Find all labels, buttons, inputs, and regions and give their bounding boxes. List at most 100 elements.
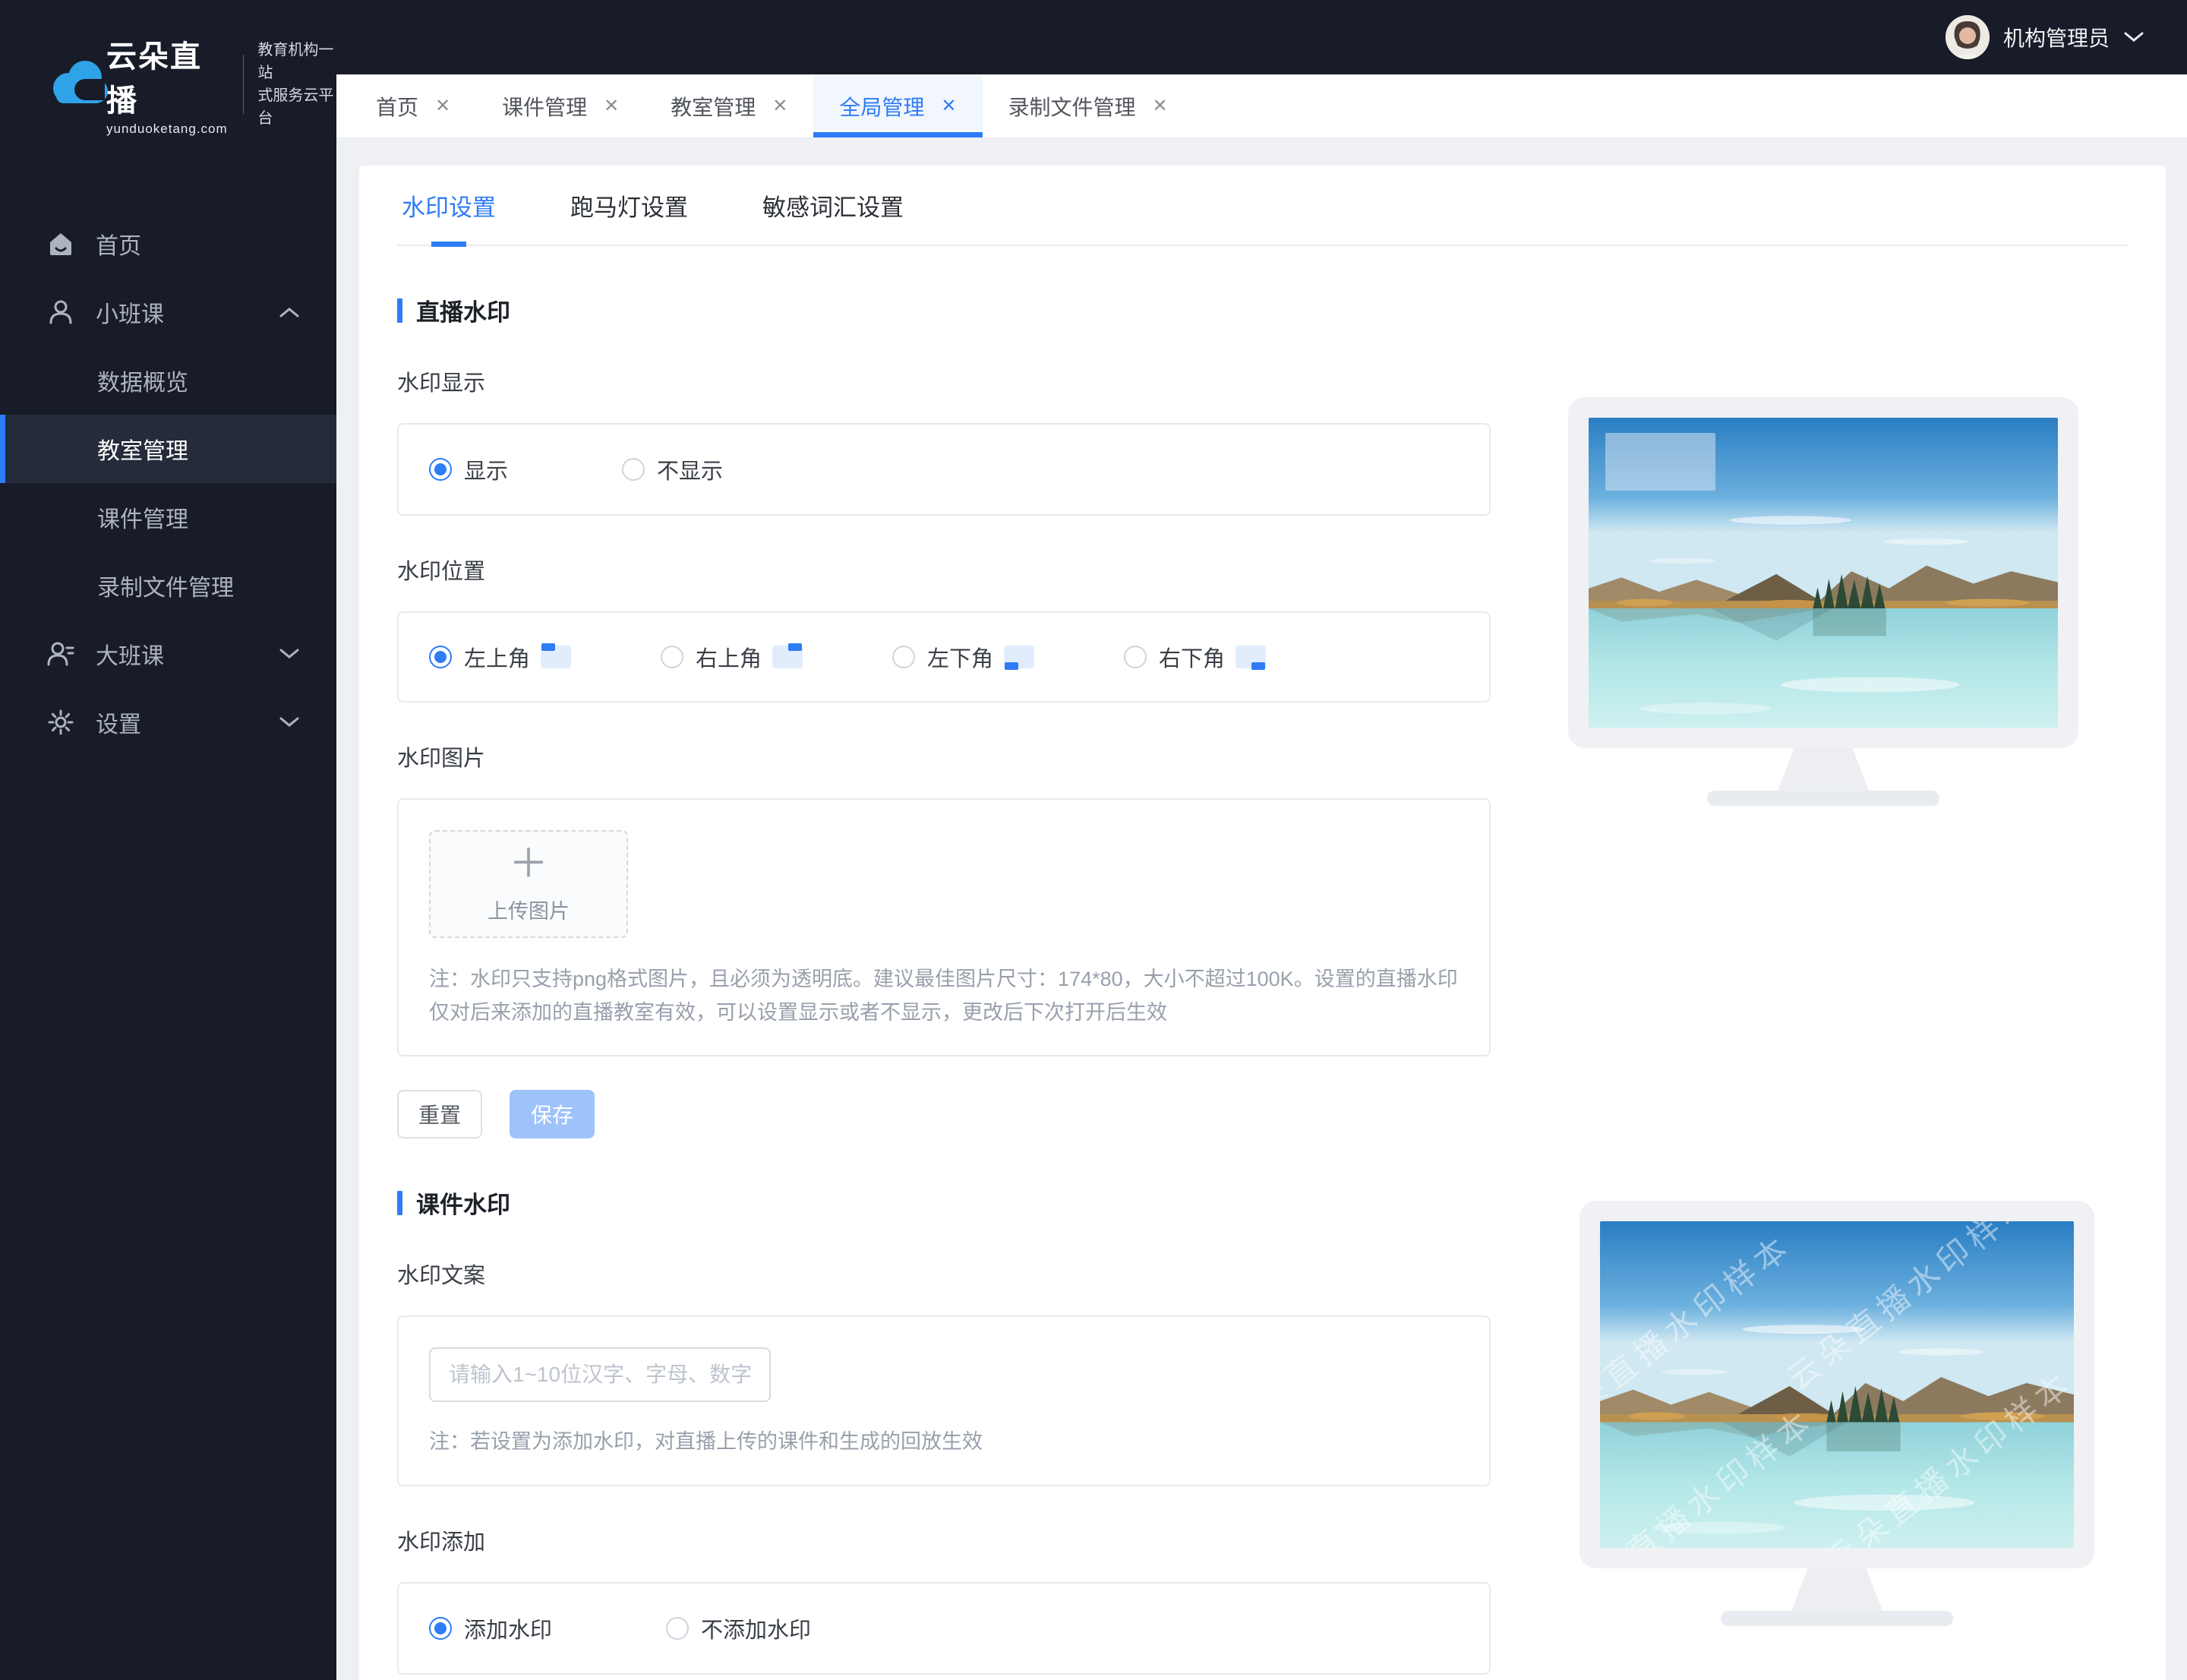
chevron-down-icon (2124, 32, 2144, 42)
radio-icon (429, 458, 452, 481)
sidebar-item-settings[interactable]: 设置 (0, 688, 336, 756)
position-bottom-left-icon (1004, 646, 1035, 670)
chevron-up-icon (279, 306, 300, 318)
watermark-add-group: 添加水印 不添加水印 (397, 1582, 1491, 1675)
section-courseware-watermark: 课件水印 (397, 1186, 1491, 1220)
workspace-tab-courseware[interactable]: 课件管理 ✕ (476, 74, 645, 137)
brand-tagline: 教育机构一站 式服务云平台 (257, 42, 334, 127)
close-icon[interactable]: ✕ (604, 95, 619, 117)
radio-position-bottom-left[interactable]: 左下角 (892, 641, 1035, 673)
user-name: 机构管理员 (2002, 27, 2110, 50)
position-top-right-icon (772, 643, 803, 668)
radio-icon (622, 458, 645, 481)
monitor-stand-base (1707, 791, 1939, 806)
radio-position-top-left[interactable]: 左上角 (429, 641, 572, 673)
radio-position-bottom-right[interactable]: 右下角 (1124, 641, 1267, 673)
sidebar-item-classroom-management[interactable]: 教室管理 (0, 415, 336, 483)
watermark-placeholder-rect (1605, 433, 1715, 491)
home-icon (46, 229, 76, 259)
watermark-sample-text: 云朵直播水印样本 (1780, 1221, 2042, 1397)
logo-divider (242, 55, 245, 114)
sidebar-item-small-class[interactable]: 小班课 (0, 278, 336, 346)
courseware-watermark-preview-monitor: 云朵直播水印样本 云朵直播水印样本 云朵直播水印样本 云朵直播水印样本 (1580, 1201, 2094, 1626)
sidebar: 云朵直播 yunduoketang.com 教育机构一站 式服务云平台 首页 小… (0, 0, 336, 1680)
radio-position-top-right[interactable]: 右上角 (661, 641, 803, 673)
radio-icon (661, 646, 684, 668)
watermark-sample-text: 云朵直播水印样本 (1818, 1364, 2074, 1548)
section-live-watermark: 直播水印 (397, 293, 1491, 327)
position-bottom-right-icon (1236, 646, 1267, 670)
close-icon[interactable]: ✕ (435, 95, 450, 117)
workspace-tab-classroom[interactable]: 教室管理 ✕ (645, 74, 813, 137)
watermark-position-group: 左上角 右上角 左下角 右下角 (397, 611, 1491, 703)
brand-name: 云朵直播 (106, 40, 202, 118)
monitor-screen: 云朵直播水印样本 云朵直播水印样本 云朵直播水印样本 云朵直播水印样本 (1600, 1221, 2074, 1548)
close-icon[interactable]: ✕ (941, 95, 956, 117)
radio-icon (1124, 646, 1147, 668)
sidebar-item-courseware-management[interactable]: 课件管理 (0, 483, 336, 551)
watermark-text-label: 水印文案 (397, 1264, 486, 1288)
workspace-tab-global[interactable]: 全局管理 ✕ (813, 74, 983, 137)
sidebar-item-home[interactable]: 首页 (0, 210, 336, 278)
position-top-left-icon (541, 643, 572, 668)
reset-button-live[interactable]: 重置 (397, 1090, 483, 1138)
settings-card: 水印设置 跑马灯设置 敏感词汇设置 直播水印 水印显示 显示 不显示 水印位置 (359, 166, 2166, 1680)
save-button-live[interactable]: 保存 (510, 1090, 595, 1138)
watermark-display-label: 水印显示 (397, 371, 486, 396)
monitor-stand-neck (1778, 748, 1869, 791)
person-icon (46, 297, 76, 327)
watermark-position-label: 水印位置 (397, 560, 486, 584)
close-icon[interactable]: ✕ (772, 95, 787, 117)
user-menu[interactable]: 机构管理员 (1945, 15, 2144, 59)
workspace-tabbar: 首页 ✕ 课件管理 ✕ 教室管理 ✕ 全局管理 ✕ 录制文件管理 ✕ (336, 74, 2187, 138)
watermark-display-group: 显示 不显示 (397, 423, 1491, 516)
radio-icon (429, 1617, 452, 1640)
watermark-sample-overlay: 云朵直播水印样本 云朵直播水印样本 云朵直播水印样本 云朵直播水印样本 (1600, 1221, 2074, 1548)
brand-domain: yunduoketang.com (106, 122, 228, 136)
sidebar-item-large-class[interactable]: 大班课 (0, 620, 336, 688)
chevron-down-icon (279, 648, 300, 660)
plus-icon: ＋ (508, 842, 548, 886)
close-icon[interactable]: ✕ (1153, 95, 1168, 117)
brand-logo: 云朵直播 yunduoketang.com 教育机构一站 式服务云平台 (0, 0, 336, 137)
watermark-image-group: ＋ 上传图片 注：水印只支持png格式图片，且必须为透明底。建议最佳图片尺寸：1… (397, 798, 1491, 1056)
workspace-tab-home[interactable]: 首页 ✕ (350, 74, 476, 137)
watermark-add-label: 水印添加 (397, 1530, 486, 1555)
upload-image-button[interactable]: ＋ 上传图片 (429, 830, 628, 938)
monitor-frame (1568, 397, 2078, 748)
live-watermark-preview-monitor (1568, 397, 2078, 806)
watermark-image-label: 水印图片 (397, 747, 486, 771)
chevron-down-icon (279, 716, 300, 728)
radio-no-watermark[interactable]: 不添加水印 (666, 1612, 811, 1644)
watermark-text-note: 注：若设置为添加水印，对直播上传的课件和生成的回放生效 (429, 1430, 983, 1453)
gear-icon (46, 707, 76, 737)
cloud-logo-icon (46, 59, 111, 109)
sidebar-menu: 首页 小班课 数据概览 教室管理 课件管理 录制文件管理 大班课 设置 (0, 210, 336, 756)
watermark-sample-text: 云朵直播水印样本 (1600, 1227, 1799, 1443)
main-area: 水印设置 跑马灯设置 敏感词汇设置 直播水印 水印显示 显示 不显示 水印位置 (336, 138, 2187, 1680)
monitor-stand-neck (1791, 1568, 1882, 1611)
watermark-text-input[interactable] (429, 1347, 771, 1402)
sidebar-item-recording-management[interactable]: 录制文件管理 (0, 551, 336, 620)
workspace-tab-recording[interactable]: 录制文件管理 ✕ (983, 74, 1194, 137)
top-header: 机构管理员 (336, 0, 2187, 74)
tab-watermark-settings[interactable]: 水印设置 (397, 166, 500, 245)
watermark-image-note: 注：水印只支持png格式图片，且必须为透明底。建议最佳图片尺寸：174*80，大… (429, 968, 1458, 1024)
monitor-screen (1589, 418, 2058, 728)
monitor-stand-base (1721, 1611, 1953, 1626)
radio-icon (666, 1617, 690, 1640)
radio-icon (892, 646, 916, 668)
sidebar-item-data-overview[interactable]: 数据概览 (0, 346, 336, 415)
tab-sensitive-words-settings[interactable]: 敏感词汇设置 (758, 166, 908, 245)
avatar (1945, 15, 1990, 59)
radio-add-watermark[interactable]: 添加水印 (429, 1612, 552, 1644)
radio-icon (429, 646, 452, 668)
person-badge-icon (46, 639, 76, 669)
settings-tabs: 水印设置 跑马灯设置 敏感词汇设置 (397, 166, 2128, 246)
watermark-text-group: 注：若设置为添加水印，对直播上传的课件和生成的回放生效 (397, 1315, 1491, 1486)
radio-show[interactable]: 显示 (429, 453, 508, 485)
watermark-sample-text: 云朵直播水印样本 (1600, 1402, 1822, 1548)
tab-marquee-settings[interactable]: 跑马灯设置 (566, 166, 693, 245)
monitor-frame: 云朵直播水印样本 云朵直播水印样本 云朵直播水印样本 云朵直播水印样本 (1580, 1201, 2094, 1568)
radio-hide[interactable]: 不显示 (622, 453, 723, 485)
